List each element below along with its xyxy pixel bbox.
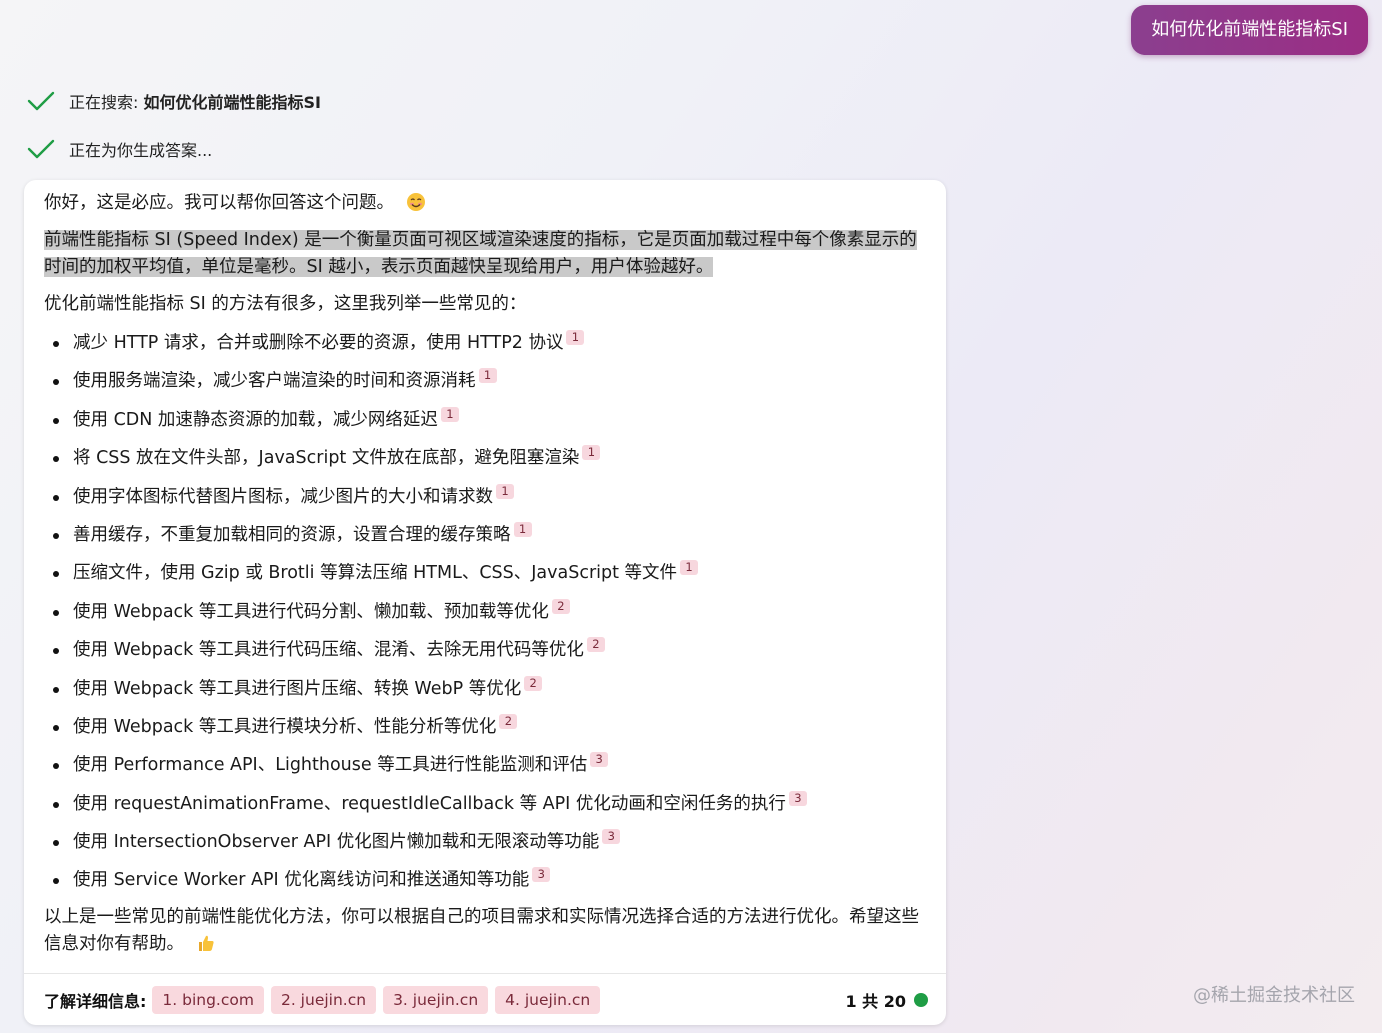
citation-link[interactable]: 2	[524, 675, 543, 691]
citation-link[interactable]: 2	[551, 598, 570, 614]
user-query-bubble: 如何优化前端性能指标SI	[1131, 5, 1368, 55]
greeting-paragraph: 你好，这是必应。我可以帮你回答这个问题。	[44, 190, 926, 217]
list-item-text: 使用 Webpack 等工具进行代码分割、懒加载、预加载等优化	[73, 601, 549, 622]
list-item: 使用服务端渲染，减少客户端渲染的时间和资源消耗 1	[44, 362, 926, 400]
definition-paragraph: 前端性能指标 SI (Speed Index) 是一个衡量页面可视区域渲染速度的…	[44, 227, 926, 281]
method-list: 减少 HTTP 请求，合并或删除不必要的资源，使用 HTTP2 协议 1 使用服务端…	[44, 324, 926, 900]
answer-card: 你好，这是必应。我可以帮你回答这个问题。 前端性能指标 SI (Speed In…	[24, 180, 946, 1025]
citation-link[interactable]: 3	[602, 829, 621, 845]
list-item-text: 减少 HTTP 请求，合并或删除不必要的资源，使用 HTTP2 协议	[73, 333, 564, 353]
list-item-text: 使用 Webpack 等工具进行图片压缩、转换 WebP 等优化	[73, 678, 522, 699]
list-item-text: 使用 CDN 加速静态资源的加载，减少网络延迟	[73, 409, 438, 430]
source-link[interactable]: 3. juejin.cn	[383, 985, 489, 1014]
list-item-text: 善用缓存，不重复加载相同的资源，设置合理的缓存策略	[73, 524, 511, 545]
list-item: 使用 Webpack 等工具进行模块分析、性能分析等优化 2	[44, 708, 926, 746]
list-item: 使用 Webpack 等工具进行代码压缩、混淆、去除无用代码等优化 2	[44, 631, 926, 669]
list-item: 压缩文件，使用 Gzip 或 Brotli 等算法压缩 HTML、CSS、Jav…	[44, 554, 926, 592]
citation-link[interactable]: 1	[566, 330, 585, 345]
green-dot-icon	[914, 992, 928, 1007]
list-item-text: 使用 IntersectionObserver API 优化图片懒加载和无限滚动…	[73, 832, 600, 853]
citation-link[interactable]: 1	[582, 445, 601, 461]
list-item: 使用 IntersectionObserver API 优化图片懒加载和无限滚动…	[44, 823, 926, 861]
list-item-text: 压缩文件，使用 Gzip 或 Brotli 等算法压缩 HTML、CSS、Jav…	[73, 563, 678, 584]
list-item: 使用 Webpack 等工具进行图片压缩、转换 WebP 等优化 2	[44, 670, 926, 708]
greeting-text: 你好，这是必应。我可以帮你回答这个问题。	[44, 193, 394, 213]
citation-link[interactable]: 1	[478, 368, 497, 384]
check-icon	[27, 91, 55, 111]
closing-text: 以上是一些常见的前端性能优化方法，你可以根据自己的项目需求和实际情况选择合适的方…	[44, 906, 919, 954]
definition-text: 前端性能指标 SI (Speed Index) 是一个衡量页面可视区域渲染速度的…	[44, 230, 917, 277]
turn-count-text: 1 共 20	[845, 991, 906, 1011]
status-generating-text: 正在为你生成答案...	[69, 141, 213, 160]
citation-link[interactable]: 1	[513, 521, 532, 537]
list-item-text: 使用 Webpack 等工具进行模块分析、性能分析等优化	[73, 716, 497, 737]
list-item-text: 使用 Service Worker API 优化离线访问和推送通知等功能	[73, 870, 530, 891]
status-prefix: 正在搜索:	[69, 93, 139, 112]
list-item: 善用缓存，不重复加载相同的资源，设置合理的缓存策略 1	[44, 516, 926, 554]
check-icon	[27, 139, 55, 159]
citation-link[interactable]: 2	[586, 637, 605, 653]
list-item: 将 CSS 放在文件头部，JavaScript 文件放在底部，避免阻塞渲染 1	[44, 439, 926, 477]
closing-paragraph: 以上是一些常见的前端性能优化方法，你可以根据自己的项目需求和实际情况选择合适的方…	[44, 904, 926, 958]
status-query: 如何优化前端性能指标SI	[143, 93, 321, 112]
list-item: 使用 Performance API、Lighthouse 等工具进行性能监测和…	[44, 746, 926, 784]
list-item-text: 使用服务端渲染，减少客户端渲染的时间和资源消耗	[73, 371, 476, 392]
citation-link[interactable]: 3	[590, 752, 609, 768]
source-link[interactable]: 2. juejin.cn	[270, 985, 377, 1014]
citation-link[interactable]: 1	[440, 406, 459, 422]
turn-counter: 1 共 20	[845, 988, 928, 1012]
learn-more-label: 了解详细信息:	[44, 991, 147, 1011]
list-item-text: 使用字体图标代替图片图标，减少图片的大小和请求数	[73, 486, 493, 507]
list-item-text: 使用 requestAnimationFrame、requestIdleCall…	[73, 793, 786, 814]
citation-link[interactable]: 3	[532, 867, 551, 883]
list-item: 使用 CDN 加速静态资源的加载，减少网络延迟 1	[44, 401, 926, 439]
status-searching: 正在搜索: 如何优化前端性能指标SI	[27, 87, 321, 115]
learn-more-footer: 了解详细信息: 1. bing.com 2. juejin.cn 3. juej…	[24, 973, 946, 1025]
intro-paragraph: 优化前端性能指标 SI 的方法有很多，这里我列举一些常见的：	[44, 294, 527, 314]
citation-link[interactable]: 1	[496, 483, 514, 499]
list-item: 减少 HTTP 请求，合并或删除不必要的资源，使用 HTTP2 协议 1	[44, 324, 926, 362]
citation-link[interactable]: 3	[788, 790, 807, 806]
source-link[interactable]: 1. bing.com	[152, 985, 264, 1014]
list-item: 使用 Service Worker API 优化离线访问和推送通知等功能 3	[44, 861, 926, 899]
list-item-text: 将 CSS 放在文件头部，JavaScript 文件放在底部，避免阻塞渲染	[73, 448, 580, 469]
list-item: 使用字体图标代替图片图标，减少图片的大小和请求数 1	[44, 478, 926, 516]
status-generating: 正在为你生成答案...	[27, 135, 212, 163]
watermark: @稀土掘金技术社区	[1193, 985, 1355, 1006]
smile-emoji-icon	[406, 193, 425, 211]
list-item: 使用 Webpack 等工具进行代码分割、懒加载、预加载等优化 2	[44, 593, 926, 631]
list-item: 使用 requestAnimationFrame、requestIdleCall…	[44, 785, 926, 823]
list-item-text: 使用 Performance API、Lighthouse 等工具进行性能监测和…	[73, 755, 588, 776]
source-link[interactable]: 4. juejin.cn	[495, 985, 601, 1014]
citation-link[interactable]: 1	[680, 560, 699, 576]
list-item-text: 使用 Webpack 等工具进行代码压缩、混淆、去除无用代码等优化	[73, 640, 584, 661]
thumbs-up-emoji-icon	[198, 935, 214, 951]
citation-link[interactable]: 2	[499, 713, 518, 729]
